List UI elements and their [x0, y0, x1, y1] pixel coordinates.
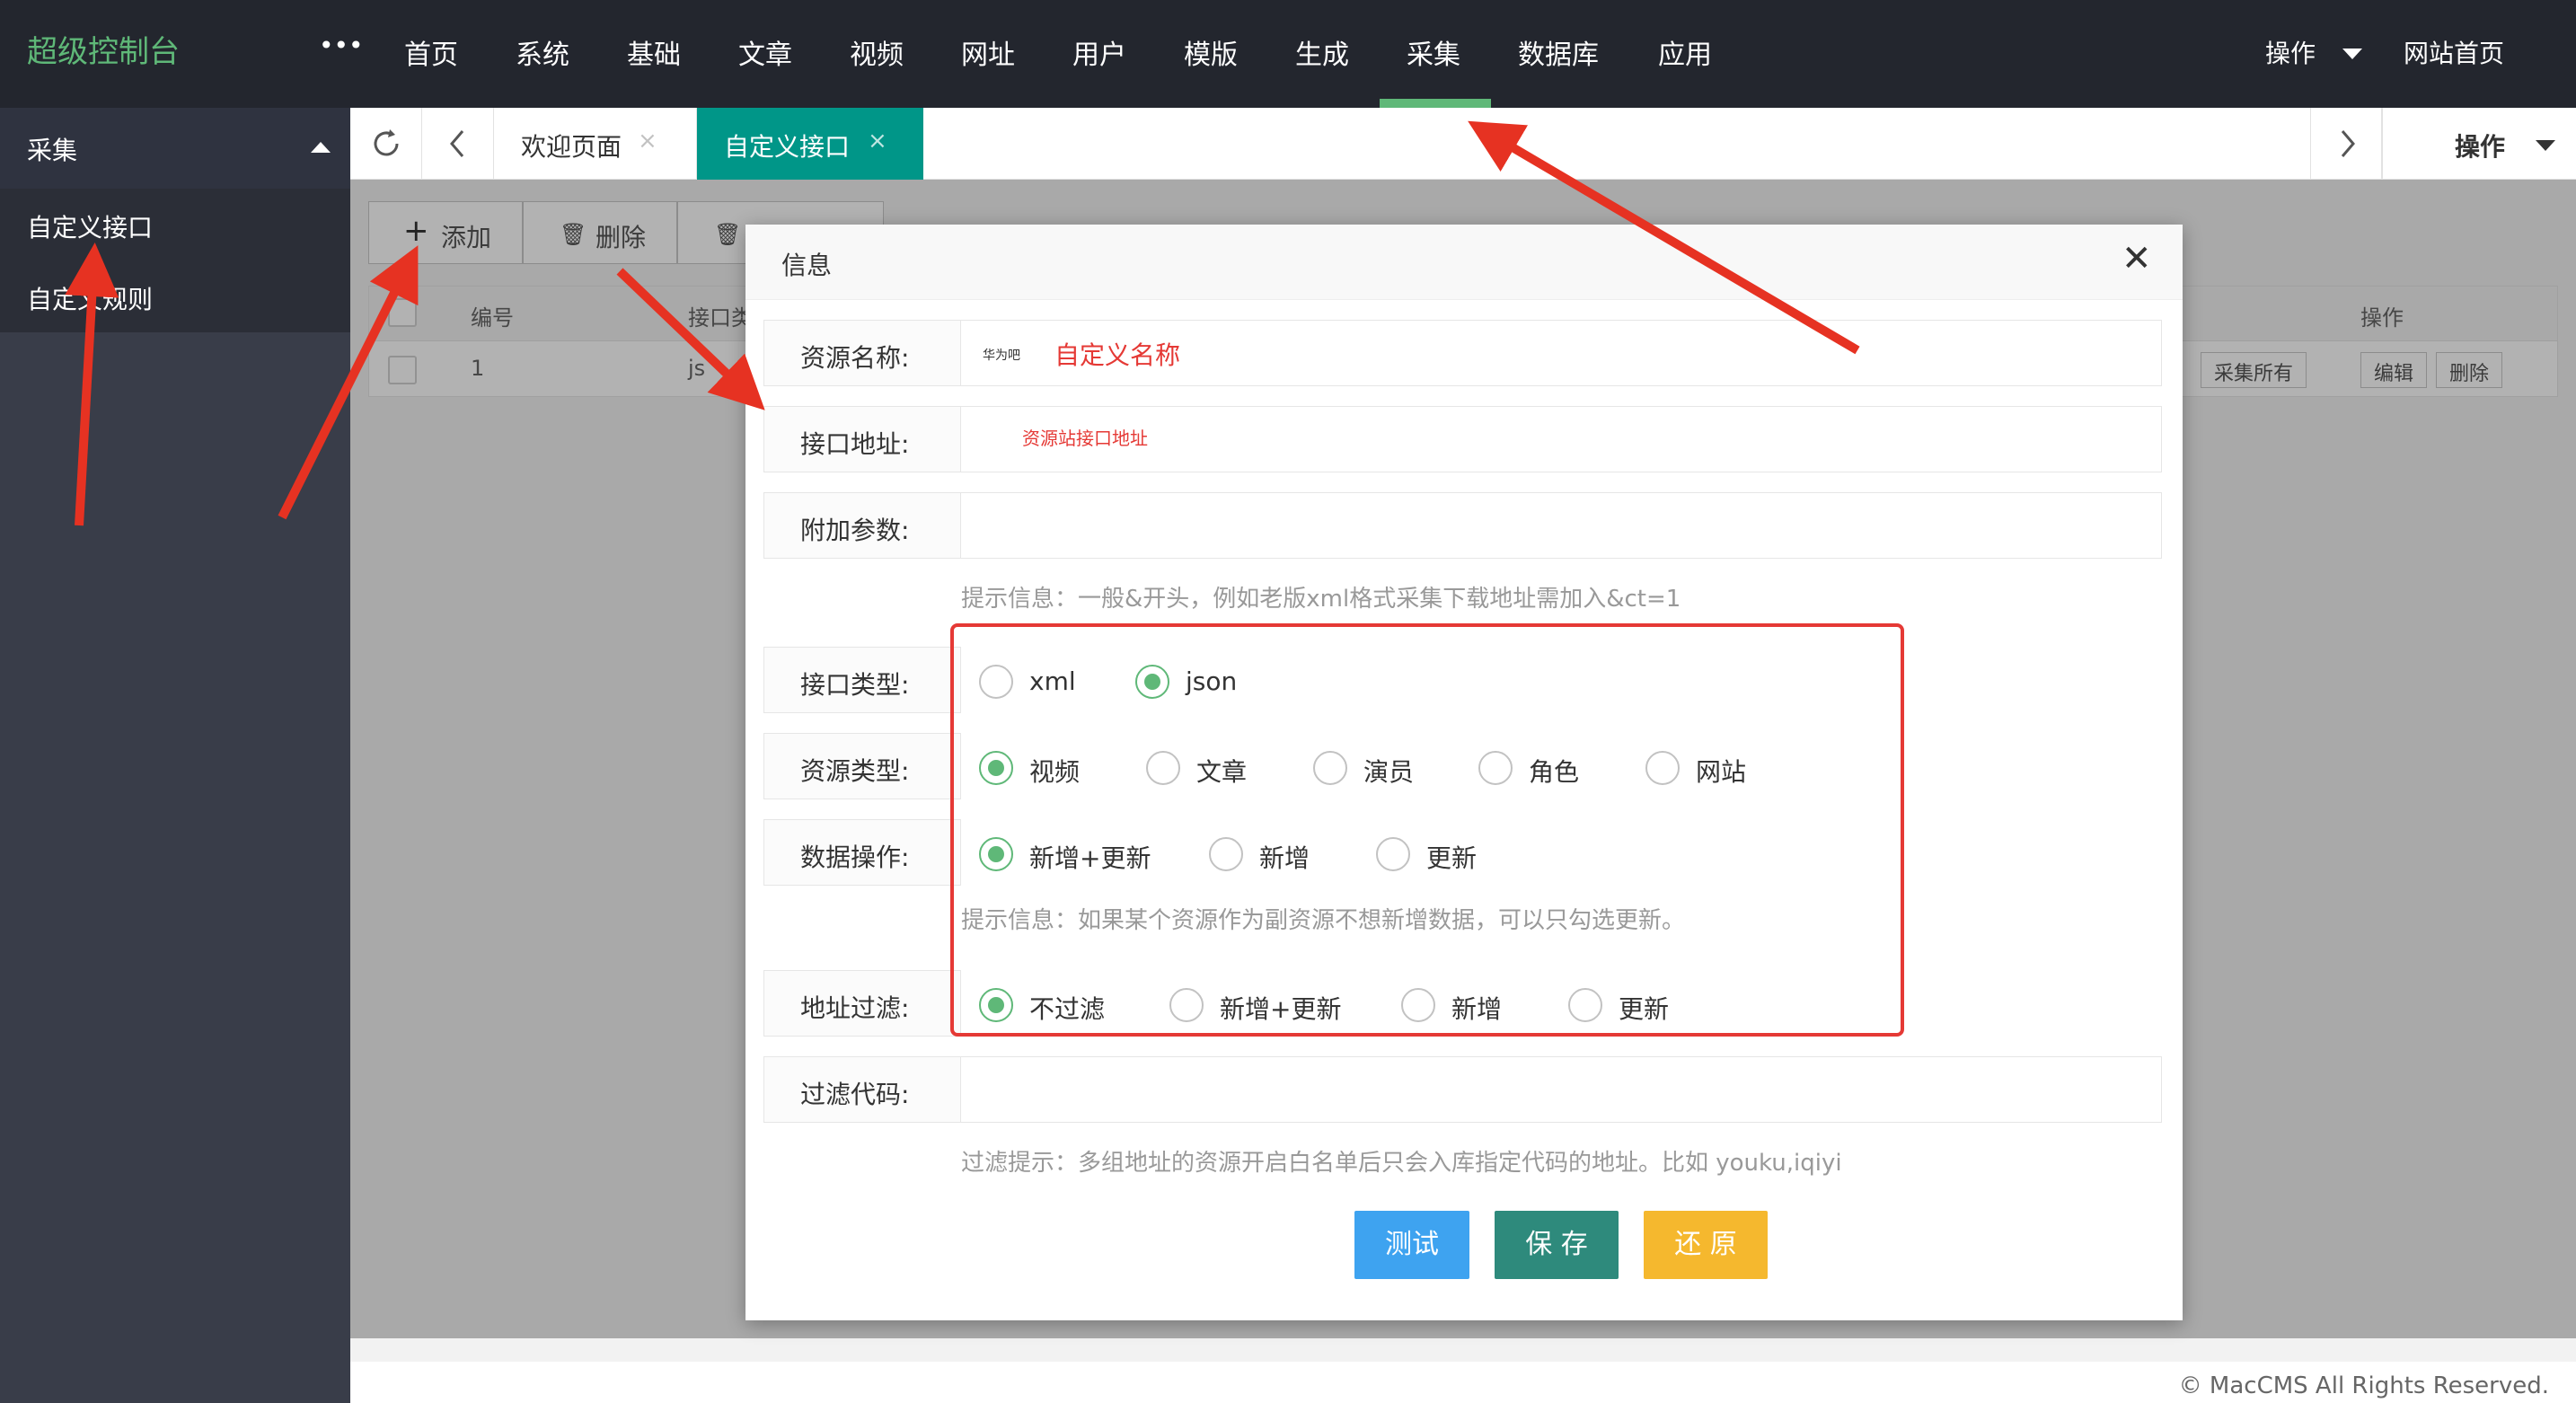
- nav-item-database[interactable]: 数据库: [1518, 32, 1599, 72]
- refresh-icon[interactable]: [368, 126, 404, 162]
- modal-header: [745, 225, 2183, 300]
- nav-item-template[interactable]: 模版: [1184, 32, 1238, 72]
- chevron-right-icon[interactable]: [2333, 126, 2360, 162]
- filter-label: 地址过滤:: [800, 993, 910, 1023]
- nav-item-url[interactable]: 网址: [961, 32, 1015, 72]
- nav-item-article[interactable]: 文章: [738, 32, 792, 72]
- tab-welcome[interactable]: 欢迎页面 ×: [494, 108, 697, 180]
- nav-item-collect[interactable]: 采集: [1407, 32, 1460, 72]
- save-button[interactable]: 保 存: [1495, 1211, 1619, 1279]
- code-label: 过滤代码:: [800, 1080, 910, 1109]
- nav-active-indicator: [1380, 99, 1491, 108]
- code-label-cell: 过滤代码:: [763, 1056, 961, 1123]
- nav-item-system[interactable]: 系统: [516, 32, 569, 72]
- tab-scroll-right-button[interactable]: [2310, 108, 2382, 180]
- copyright-text: © MacCMS All Rights Reserved.: [2178, 1372, 2549, 1399]
- code-input[interactable]: [960, 1056, 2162, 1123]
- code-hint: 过滤提示：多组地址的资源开启白名单后只会入库指定代码的地址。比如 youku,i…: [961, 1150, 1842, 1177]
- op-label: 数据操作:: [800, 843, 910, 872]
- name-label: 资源名称:: [800, 343, 910, 373]
- name-input-value: 华为吧: [983, 349, 1020, 363]
- params-label: 附加参数:: [800, 516, 910, 545]
- annotation-highlight-box: [950, 623, 1904, 1037]
- top-header: [0, 0, 2576, 108]
- name-label-cell: 资源名称:: [763, 320, 961, 386]
- nav-item-apps[interactable]: 应用: [1658, 32, 1712, 72]
- params-input[interactable]: [960, 492, 2162, 559]
- nav-item-video[interactable]: 视频: [850, 32, 904, 72]
- nav-item-generate[interactable]: 生成: [1295, 32, 1349, 72]
- res-label-cell: 资源类型:: [763, 733, 961, 799]
- filter-label-cell: 地址过滤:: [763, 970, 961, 1037]
- modal-title: 信息: [781, 251, 833, 280]
- sidebar-item-custom-interface[interactable]: 自定义接口: [27, 208, 153, 244]
- caret-down-icon[interactable]: [2536, 140, 2555, 151]
- params-hint: 提示信息：一般&开头，例如老版xml格式采集下载地址需加入&ct=1: [961, 586, 1681, 613]
- site-home-link[interactable]: 网站首页: [2404, 34, 2504, 70]
- tab-custom-interface[interactable]: 自定义接口 ×: [697, 108, 923, 180]
- tab-ops-menu[interactable]: 操作: [2382, 108, 2576, 180]
- tab-welcome-label[interactable]: 欢迎页面: [521, 128, 622, 163]
- app-logo[interactable]: 超级控制台: [27, 27, 180, 71]
- close-icon[interactable]: ✕: [2122, 241, 2152, 277]
- annotation-name-note: 自定义名称: [1054, 340, 1181, 370]
- close-icon[interactable]: ×: [868, 128, 887, 154]
- annotation-url-note: 资源站接口地址: [1022, 428, 1148, 449]
- sidebar-item-custom-rule[interactable]: 自定义规则: [27, 280, 153, 316]
- nav-item-home[interactable]: 首页: [404, 32, 458, 72]
- caret-up-icon[interactable]: [311, 142, 331, 153]
- chevron-left-icon[interactable]: [445, 126, 472, 162]
- nav-item-user[interactable]: 用户: [1072, 32, 1126, 72]
- url-label: 接口地址:: [800, 429, 910, 459]
- tab-ops-label[interactable]: 操作: [2455, 128, 2505, 163]
- tab-custom-label[interactable]: 自定义接口: [724, 128, 850, 163]
- res-label: 资源类型:: [800, 756, 910, 786]
- type-label: 接口类型:: [800, 670, 910, 700]
- caret-down-icon[interactable]: [2342, 49, 2362, 59]
- close-icon[interactable]: ×: [638, 128, 657, 154]
- top-ops-menu[interactable]: 操作: [2265, 34, 2316, 70]
- test-button[interactable]: 测试: [1354, 1211, 1469, 1279]
- nav-item-basic[interactable]: 基础: [627, 32, 681, 72]
- url-label-cell: 接口地址:: [763, 406, 961, 472]
- type-label-cell: 接口类型:: [763, 647, 961, 713]
- refresh-button[interactable]: [350, 108, 422, 180]
- reset-button[interactable]: 还 原: [1644, 1211, 1768, 1279]
- op-label-cell: 数据操作:: [763, 819, 961, 886]
- params-label-cell: 附加参数:: [763, 492, 961, 559]
- more-icon[interactable]: •••: [319, 31, 364, 60]
- sidebar-section-label[interactable]: 采集: [27, 131, 77, 167]
- tab-scroll-left-button[interactable]: [422, 108, 494, 180]
